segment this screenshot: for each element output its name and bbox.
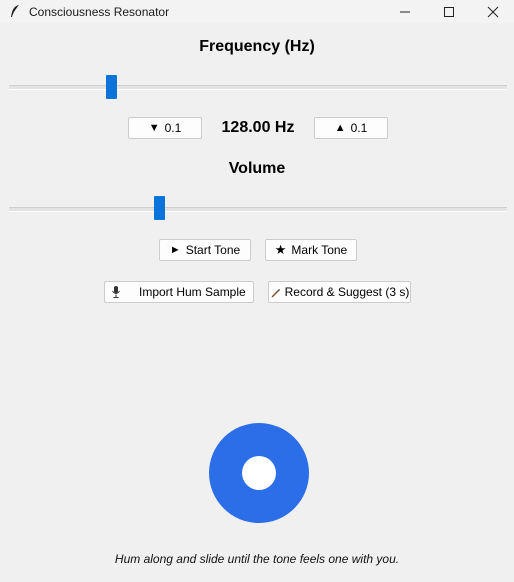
maximize-button[interactable] xyxy=(426,0,472,23)
record-suggest-label: Record & Suggest (3 s) xyxy=(284,285,410,299)
star-icon: ★ xyxy=(274,242,287,257)
mark-tone-label: Mark Tone xyxy=(291,243,348,257)
window-title: Consciousness Resonator xyxy=(29,5,170,19)
instruction-caption: Hum along and slide until the tone feels… xyxy=(114,552,400,566)
decrement-label: 0.1 xyxy=(164,121,182,135)
frequency-heading: Frequency (Hz) xyxy=(199,38,315,55)
play-icon: ► xyxy=(169,244,181,256)
frequency-readout: 128.00 Hz xyxy=(221,119,295,136)
pencil-icon xyxy=(271,288,280,297)
frequency-decrement-button[interactable]: ▼ 0.1 xyxy=(128,117,202,139)
triangle-up-icon: ▲ xyxy=(334,122,346,134)
microphone-icon xyxy=(112,286,120,298)
volume-slider-track[interactable] xyxy=(9,207,507,212)
resonance-ring-center xyxy=(242,456,276,490)
frequency-slider-track[interactable] xyxy=(9,85,507,90)
import-hum-sample-button[interactable]: Import Hum Sample xyxy=(104,281,254,303)
frequency-increment-button[interactable]: ▲ 0.1 xyxy=(314,117,388,139)
increment-label: 0.1 xyxy=(350,121,368,135)
volume-heading: Volume xyxy=(228,160,286,177)
resonance-ring xyxy=(209,423,309,523)
import-hum-sample-label: Import Hum Sample xyxy=(139,285,246,299)
feather-icon xyxy=(11,5,19,17)
frequency-slider-thumb[interactable] xyxy=(106,75,117,99)
volume-slider-thumb[interactable] xyxy=(154,196,165,220)
record-suggest-button[interactable]: Record & Suggest (3 s) xyxy=(268,281,411,303)
close-icon xyxy=(487,6,499,18)
close-button[interactable] xyxy=(470,0,514,23)
title-bar: Consciousness Resonator xyxy=(0,0,514,23)
maximize-icon xyxy=(444,7,454,17)
mark-tone-button[interactable]: ★ Mark Tone xyxy=(265,239,357,261)
start-tone-button[interactable]: ► Start Tone xyxy=(159,239,251,261)
triangle-down-icon: ▼ xyxy=(148,122,160,134)
start-tone-label: Start Tone xyxy=(185,243,241,257)
minimize-button[interactable] xyxy=(382,0,428,23)
minimize-icon xyxy=(400,11,410,13)
